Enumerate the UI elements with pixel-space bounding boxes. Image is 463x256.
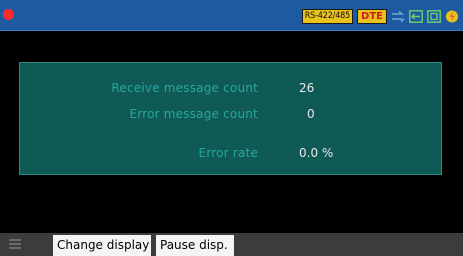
- power-icon: [445, 10, 459, 23]
- port-badge: RS-422/485: [301, 9, 354, 24]
- mode-badge: DTE: [357, 9, 387, 24]
- receive-count-value: 26: [299, 81, 315, 95]
- status-bar: RS-422/485 DTE: [0, 0, 463, 31]
- error-count-label: Error message count: [129, 107, 258, 121]
- usb-icon: [409, 10, 423, 23]
- link-arrow-icon: [391, 10, 405, 23]
- receive-count-label: Receive message count: [111, 81, 258, 95]
- status-icons: RS-422/485 DTE: [301, 9, 459, 24]
- error-count-value: 0: [307, 107, 315, 121]
- memory-card-icon: [427, 10, 441, 23]
- record-indicator-icon: [3, 9, 14, 20]
- change-display-button[interactable]: Change display: [53, 235, 151, 256]
- pause-display-button[interactable]: Pause disp.: [156, 235, 234, 256]
- function-bar: Change display Pause disp.: [0, 233, 463, 256]
- menu-icon[interactable]: [9, 239, 21, 249]
- statistics-panel: Receive message count 26 Error message c…: [19, 62, 442, 175]
- error-rate-value: 0.0 %: [299, 146, 334, 160]
- error-rate-label: Error rate: [198, 146, 258, 160]
